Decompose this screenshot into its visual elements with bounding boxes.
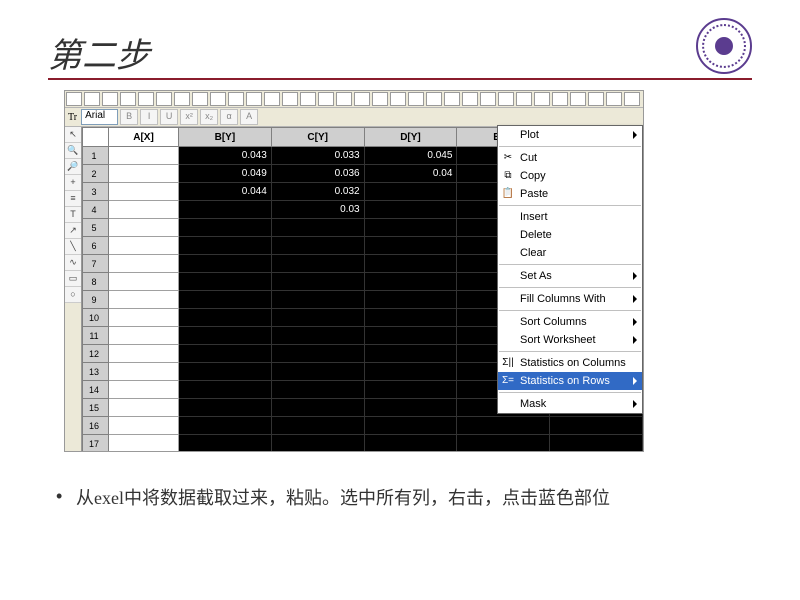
menu-stats-columns[interactable]: Σ||Statistics on Columns — [498, 354, 642, 372]
style-button[interactable]: A — [240, 109, 258, 125]
menu-clear[interactable]: Clear — [498, 244, 642, 262]
menu-fill-columns[interactable]: Fill Columns With — [498, 290, 642, 308]
menu-insert[interactable]: Insert — [498, 208, 642, 226]
column-header-c[interactable]: C[Y] — [271, 128, 364, 147]
row-header[interactable]: 2 — [83, 165, 109, 183]
left-tool-palette: ↖ 🔍 🔎 + ≡ T ↗ ╲ ∿ ▭ ○ — [65, 127, 82, 452]
font-select[interactable]: Arial — [81, 109, 118, 125]
origin-screenshot: Tr Arial B I U x² x₂ α A ↖ 🔍 🔎 + ≡ T ↗ ╲… — [64, 90, 644, 452]
cell[interactable]: 0.049 — [179, 165, 272, 183]
cell[interactable]: 0.033 — [271, 147, 364, 165]
line-tool-icon[interactable]: ╲ — [65, 239, 81, 255]
menu-delete[interactable]: Delete — [498, 226, 642, 244]
menu-copy[interactable]: ⧉Copy — [498, 167, 642, 185]
superscript-button[interactable]: x² — [180, 109, 198, 125]
row-header[interactable]: 9 — [83, 291, 109, 309]
crosshair-tool-icon[interactable]: + — [65, 175, 81, 191]
cell[interactable]: 0.036 — [271, 165, 364, 183]
menu-sort-columns[interactable]: Sort Columns — [498, 313, 642, 331]
caption-text: 从exel中将数据截取过来，粘贴。选中所有列，右击，点击蓝色部位 — [76, 484, 610, 510]
rect-tool-icon[interactable]: ▭ — [65, 271, 81, 287]
row-header[interactable]: 8 — [83, 273, 109, 291]
row-header[interactable]: 14 — [83, 381, 109, 399]
row-header[interactable]: 15 — [83, 399, 109, 417]
corner-cell[interactable] — [83, 128, 109, 147]
pointer-tool-icon[interactable]: ↖ — [65, 127, 81, 143]
cell[interactable] — [364, 201, 457, 219]
row-header[interactable]: 16 — [83, 417, 109, 435]
zoom-tool-icon[interactable]: 🔍 — [65, 143, 81, 159]
underline-button[interactable]: U — [160, 109, 178, 125]
menu-cut[interactable]: ✂Cut — [498, 149, 642, 167]
cell[interactable] — [179, 201, 272, 219]
row-header[interactable]: 1 — [83, 147, 109, 165]
university-seal — [696, 18, 752, 74]
copy-icon: ⧉ — [501, 169, 515, 183]
menu-plot[interactable]: Plot — [498, 126, 642, 144]
row-header[interactable]: 3 — [83, 183, 109, 201]
font-indicator-icon: Tr — [68, 112, 77, 123]
row-header[interactable]: 13 — [83, 363, 109, 381]
row-header[interactable]: 12 — [83, 345, 109, 363]
curve-tool-icon[interactable]: ∿ — [65, 255, 81, 271]
cut-icon: ✂ — [501, 151, 515, 165]
arrow-tool-icon[interactable]: ↗ — [65, 223, 81, 239]
toolbar-row-1 — [65, 91, 643, 108]
reader-tool-icon[interactable]: ≡ — [65, 191, 81, 207]
menu-mask[interactable]: Mask — [498, 395, 642, 413]
zoom-out-tool-icon[interactable]: 🔎 — [65, 159, 81, 175]
circle-tool-icon[interactable]: ○ — [65, 287, 81, 303]
title-divider — [48, 78, 752, 80]
subscript-button[interactable]: x₂ — [200, 109, 218, 125]
bullet-icon: • — [56, 486, 62, 507]
column-header-a[interactable]: A[X] — [109, 128, 179, 147]
greek-button[interactable]: α — [220, 109, 238, 125]
row-header[interactable]: 7 — [83, 255, 109, 273]
context-menu: Plot ✂Cut ⧉Copy 📋Paste Insert Delete Cle… — [497, 125, 643, 414]
sigma-cols-icon: Σ|| — [501, 356, 515, 370]
menu-stats-rows[interactable]: Σ=Statistics on Rows — [498, 372, 642, 390]
column-header-b[interactable]: B[Y] — [179, 128, 272, 147]
paste-icon: 📋 — [501, 187, 515, 201]
cell[interactable]: 0.043 — [179, 147, 272, 165]
cell[interactable]: 0.044 — [179, 183, 272, 201]
sigma-rows-icon: Σ= — [501, 374, 515, 388]
cell[interactable]: 0.03 — [271, 201, 364, 219]
column-header-d[interactable]: D[Y] — [364, 128, 457, 147]
row-header[interactable]: 5 — [83, 219, 109, 237]
menu-set-as[interactable]: Set As — [498, 267, 642, 285]
cell[interactable]: 0.045 — [364, 147, 457, 165]
row-header[interactable]: 6 — [83, 237, 109, 255]
row-header[interactable]: 4 — [83, 201, 109, 219]
text-tool-icon[interactable]: T — [65, 207, 81, 223]
bold-button[interactable]: B — [120, 109, 138, 125]
cell[interactable]: 0.04 — [364, 165, 457, 183]
row-header[interactable]: 11 — [83, 327, 109, 345]
cell[interactable]: 0.032 — [271, 183, 364, 201]
menu-paste[interactable]: 📋Paste — [498, 185, 642, 203]
cell[interactable] — [364, 183, 457, 201]
italic-button[interactable]: I — [140, 109, 158, 125]
row-header[interactable]: 10 — [83, 309, 109, 327]
row-header[interactable]: 17 — [83, 435, 109, 453]
slide-title: 第二步 — [48, 28, 150, 77]
menu-sort-worksheet[interactable]: Sort Worksheet — [498, 331, 642, 349]
